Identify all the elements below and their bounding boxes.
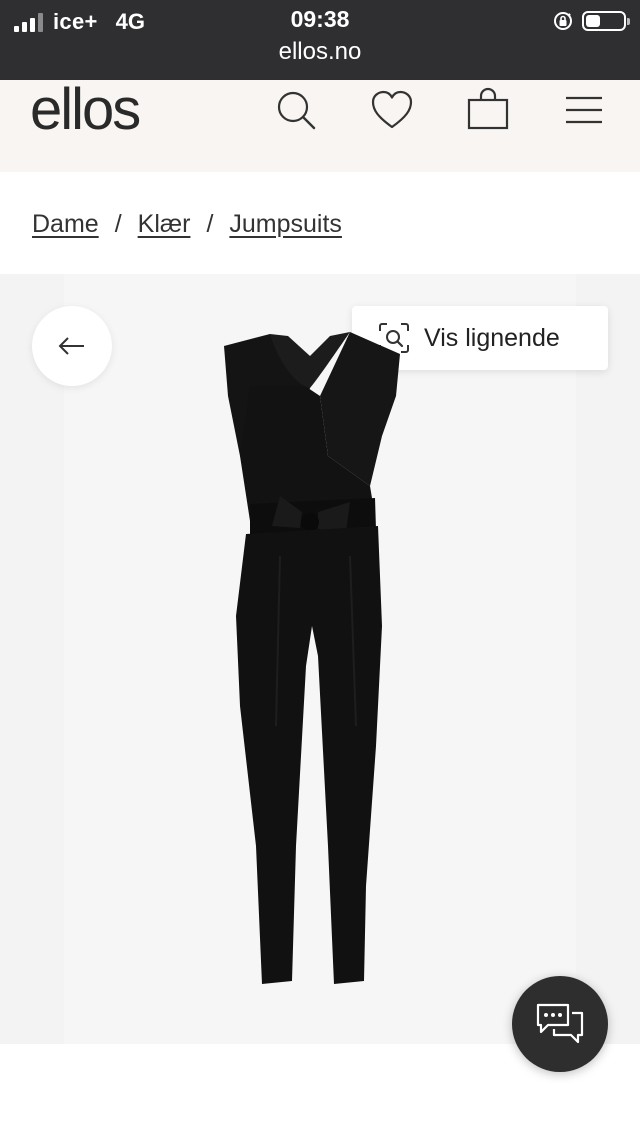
breadcrumb-dame[interactable]: Dame [32,210,99,239]
status-bar: ice+ 4G 09:38 ellos.no [0,0,640,80]
search-icon[interactable] [272,86,320,134]
rotation-lock-icon [554,12,572,30]
shopping-bag-icon[interactable] [464,86,512,134]
clock: 09:38 [290,6,350,32]
arrow-left-icon [58,337,84,355]
breadcrumb: Dame / Klær / Jumpsuits [32,206,342,242]
ellos-logo[interactable]: ellos [30,80,141,140]
gallery-back-button[interactable] [32,306,112,386]
site-header: ellos [0,80,640,172]
chat-button[interactable] [512,976,608,1072]
breadcrumb-separator: / [206,209,214,238]
heart-icon[interactable] [368,86,416,134]
show-similar-label: Vis lignende [424,323,560,352]
breadcrumb-jumpsuits[interactable]: Jumpsuits [229,210,342,239]
product-gallery[interactable]: Vis lignende [0,274,640,1044]
breadcrumb-klaer[interactable]: Klær [138,210,191,239]
battery-icon [582,11,630,31]
status-right [552,8,630,34]
chat-bubbles-icon [536,1003,584,1044]
menu-icon[interactable] [560,86,608,134]
breadcrumb-separator: / [114,209,122,238]
address-bar[interactable]: ellos.no [0,38,640,66]
product-image[interactable] [210,326,410,996]
